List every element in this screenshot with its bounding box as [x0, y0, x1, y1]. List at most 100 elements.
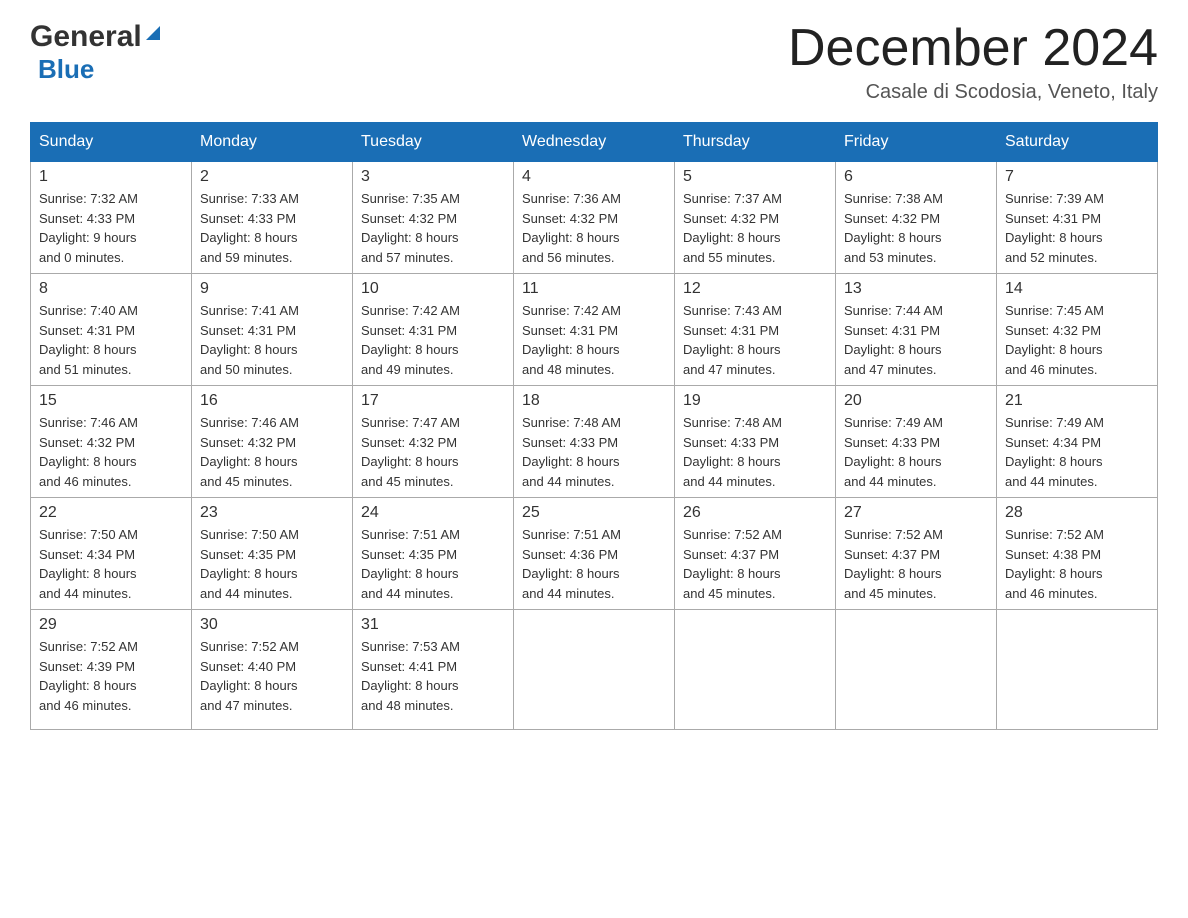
- day-info: Sunrise: 7:49 AM Sunset: 4:33 PM Dayligh…: [844, 413, 988, 491]
- logo: General Blue: [30, 20, 164, 85]
- day-number: 5: [683, 168, 827, 186]
- calendar-table: Sunday Monday Tuesday Wednesday Thursday…: [30, 122, 1158, 730]
- calendar-row: 8 Sunrise: 7:40 AM Sunset: 4:31 PM Dayli…: [31, 274, 1158, 386]
- day-info: Sunrise: 7:51 AM Sunset: 4:36 PM Dayligh…: [522, 525, 666, 603]
- table-row: 3 Sunrise: 7:35 AM Sunset: 4:32 PM Dayli…: [353, 162, 514, 274]
- col-monday: Monday: [192, 123, 353, 162]
- day-info: Sunrise: 7:38 AM Sunset: 4:32 PM Dayligh…: [844, 189, 988, 267]
- day-number: 6: [844, 168, 988, 186]
- day-number: 28: [1005, 504, 1149, 522]
- day-info: Sunrise: 7:52 AM Sunset: 4:37 PM Dayligh…: [683, 525, 827, 603]
- header-row: Sunday Monday Tuesday Wednesday Thursday…: [31, 123, 1158, 162]
- day-number: 23: [200, 504, 344, 522]
- table-row: 26 Sunrise: 7:52 AM Sunset: 4:37 PM Dayl…: [675, 498, 836, 610]
- table-row: 28 Sunrise: 7:52 AM Sunset: 4:38 PM Dayl…: [997, 498, 1158, 610]
- day-number: 27: [844, 504, 988, 522]
- table-row: 22 Sunrise: 7:50 AM Sunset: 4:34 PM Dayl…: [31, 498, 192, 610]
- table-row: 18 Sunrise: 7:48 AM Sunset: 4:33 PM Dayl…: [514, 386, 675, 498]
- table-row: [997, 610, 1158, 730]
- col-saturday: Saturday: [997, 123, 1158, 162]
- title-block: December 2024 Casale di Scodosia, Veneto…: [788, 20, 1158, 104]
- table-row: 30 Sunrise: 7:52 AM Sunset: 4:40 PM Dayl…: [192, 610, 353, 730]
- day-info: Sunrise: 7:43 AM Sunset: 4:31 PM Dayligh…: [683, 301, 827, 379]
- table-row: 19 Sunrise: 7:48 AM Sunset: 4:33 PM Dayl…: [675, 386, 836, 498]
- day-info: Sunrise: 7:44 AM Sunset: 4:31 PM Dayligh…: [844, 301, 988, 379]
- table-row: 24 Sunrise: 7:51 AM Sunset: 4:35 PM Dayl…: [353, 498, 514, 610]
- table-row: [836, 610, 997, 730]
- day-info: Sunrise: 7:32 AM Sunset: 4:33 PM Dayligh…: [39, 189, 183, 267]
- table-row: 25 Sunrise: 7:51 AM Sunset: 4:36 PM Dayl…: [514, 498, 675, 610]
- calendar-header: Sunday Monday Tuesday Wednesday Thursday…: [31, 123, 1158, 162]
- day-info: Sunrise: 7:35 AM Sunset: 4:32 PM Dayligh…: [361, 189, 505, 267]
- calendar-row: 29 Sunrise: 7:52 AM Sunset: 4:39 PM Dayl…: [31, 610, 1158, 730]
- day-number: 31: [361, 616, 505, 634]
- day-number: 25: [522, 504, 666, 522]
- day-info: Sunrise: 7:39 AM Sunset: 4:31 PM Dayligh…: [1005, 189, 1149, 267]
- day-info: Sunrise: 7:42 AM Sunset: 4:31 PM Dayligh…: [361, 301, 505, 379]
- day-number: 11: [522, 280, 666, 298]
- table-row: 6 Sunrise: 7:38 AM Sunset: 4:32 PM Dayli…: [836, 162, 997, 274]
- day-info: Sunrise: 7:45 AM Sunset: 4:32 PM Dayligh…: [1005, 301, 1149, 379]
- day-number: 8: [39, 280, 183, 298]
- day-info: Sunrise: 7:46 AM Sunset: 4:32 PM Dayligh…: [200, 413, 344, 491]
- table-row: 4 Sunrise: 7:36 AM Sunset: 4:32 PM Dayli…: [514, 162, 675, 274]
- calendar-row: 22 Sunrise: 7:50 AM Sunset: 4:34 PM Dayl…: [31, 498, 1158, 610]
- table-row: 2 Sunrise: 7:33 AM Sunset: 4:33 PM Dayli…: [192, 162, 353, 274]
- table-row: 9 Sunrise: 7:41 AM Sunset: 4:31 PM Dayli…: [192, 274, 353, 386]
- day-number: 13: [844, 280, 988, 298]
- day-info: Sunrise: 7:36 AM Sunset: 4:32 PM Dayligh…: [522, 189, 666, 267]
- col-wednesday: Wednesday: [514, 123, 675, 162]
- logo-triangle-icon: [142, 22, 164, 49]
- table-row: 29 Sunrise: 7:52 AM Sunset: 4:39 PM Dayl…: [31, 610, 192, 730]
- col-sunday: Sunday: [31, 123, 192, 162]
- calendar-body: 1 Sunrise: 7:32 AM Sunset: 4:33 PM Dayli…: [31, 162, 1158, 730]
- day-number: 14: [1005, 280, 1149, 298]
- location-subtitle: Casale di Scodosia, Veneto, Italy: [788, 81, 1158, 104]
- table-row: 20 Sunrise: 7:49 AM Sunset: 4:33 PM Dayl…: [836, 386, 997, 498]
- day-number: 16: [200, 392, 344, 410]
- day-number: 21: [1005, 392, 1149, 410]
- day-number: 4: [522, 168, 666, 186]
- day-info: Sunrise: 7:50 AM Sunset: 4:35 PM Dayligh…: [200, 525, 344, 603]
- day-info: Sunrise: 7:52 AM Sunset: 4:39 PM Dayligh…: [39, 637, 183, 715]
- page-header: General Blue December 2024 Casale di Sco…: [30, 20, 1158, 104]
- day-info: Sunrise: 7:52 AM Sunset: 4:37 PM Dayligh…: [844, 525, 988, 603]
- day-number: 24: [361, 504, 505, 522]
- table-row: 15 Sunrise: 7:46 AM Sunset: 4:32 PM Dayl…: [31, 386, 192, 498]
- day-info: Sunrise: 7:40 AM Sunset: 4:31 PM Dayligh…: [39, 301, 183, 379]
- day-number: 9: [200, 280, 344, 298]
- day-info: Sunrise: 7:37 AM Sunset: 4:32 PM Dayligh…: [683, 189, 827, 267]
- day-info: Sunrise: 7:49 AM Sunset: 4:34 PM Dayligh…: [1005, 413, 1149, 491]
- day-number: 3: [361, 168, 505, 186]
- logo-blue-text: Blue: [38, 54, 94, 85]
- table-row: 27 Sunrise: 7:52 AM Sunset: 4:37 PM Dayl…: [836, 498, 997, 610]
- table-row: 12 Sunrise: 7:43 AM Sunset: 4:31 PM Dayl…: [675, 274, 836, 386]
- day-number: 10: [361, 280, 505, 298]
- day-number: 26: [683, 504, 827, 522]
- logo-general-text: General: [30, 20, 142, 54]
- table-row: 11 Sunrise: 7:42 AM Sunset: 4:31 PM Dayl…: [514, 274, 675, 386]
- month-title: December 2024: [788, 20, 1158, 77]
- table-row: 16 Sunrise: 7:46 AM Sunset: 4:32 PM Dayl…: [192, 386, 353, 498]
- day-info: Sunrise: 7:42 AM Sunset: 4:31 PM Dayligh…: [522, 301, 666, 379]
- day-number: 20: [844, 392, 988, 410]
- day-number: 30: [200, 616, 344, 634]
- day-number: 17: [361, 392, 505, 410]
- table-row: 8 Sunrise: 7:40 AM Sunset: 4:31 PM Dayli…: [31, 274, 192, 386]
- calendar-row: 1 Sunrise: 7:32 AM Sunset: 4:33 PM Dayli…: [31, 162, 1158, 274]
- col-friday: Friday: [836, 123, 997, 162]
- day-info: Sunrise: 7:52 AM Sunset: 4:38 PM Dayligh…: [1005, 525, 1149, 603]
- day-number: 12: [683, 280, 827, 298]
- day-info: Sunrise: 7:41 AM Sunset: 4:31 PM Dayligh…: [200, 301, 344, 379]
- day-info: Sunrise: 7:51 AM Sunset: 4:35 PM Dayligh…: [361, 525, 505, 603]
- col-tuesday: Tuesday: [353, 123, 514, 162]
- day-info: Sunrise: 7:50 AM Sunset: 4:34 PM Dayligh…: [39, 525, 183, 603]
- table-row: 21 Sunrise: 7:49 AM Sunset: 4:34 PM Dayl…: [997, 386, 1158, 498]
- day-number: 18: [522, 392, 666, 410]
- day-info: Sunrise: 7:47 AM Sunset: 4:32 PM Dayligh…: [361, 413, 505, 491]
- day-info: Sunrise: 7:46 AM Sunset: 4:32 PM Dayligh…: [39, 413, 183, 491]
- table-row: [675, 610, 836, 730]
- table-row: 31 Sunrise: 7:53 AM Sunset: 4:41 PM Dayl…: [353, 610, 514, 730]
- table-row: 5 Sunrise: 7:37 AM Sunset: 4:32 PM Dayli…: [675, 162, 836, 274]
- table-row: 23 Sunrise: 7:50 AM Sunset: 4:35 PM Dayl…: [192, 498, 353, 610]
